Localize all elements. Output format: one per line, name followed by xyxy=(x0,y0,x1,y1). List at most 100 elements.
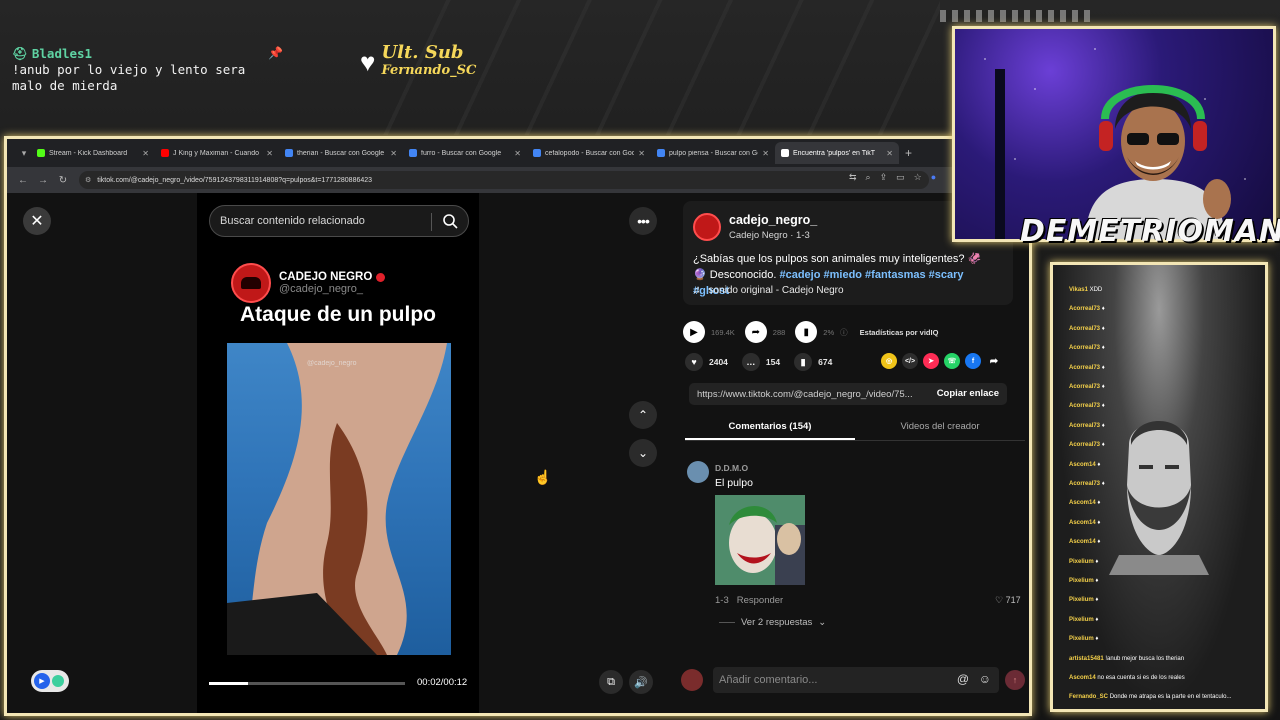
chat-text: Donde me atrapa es la parte en el tentac… xyxy=(1109,694,1232,701)
more-options-button[interactable]: ••• xyxy=(629,207,657,235)
tab-search-icon[interactable]: ▾ xyxy=(17,146,31,160)
reply-button[interactable]: Responder xyxy=(737,595,783,606)
tab-title: therian - Buscar con Google xyxy=(297,149,385,157)
chat-text: !anub mejor busca los therian xyxy=(1105,655,1185,662)
comment-like-count: 717 xyxy=(1005,595,1021,605)
chat-line: Acorreal73 ♦ xyxy=(1069,345,1105,351)
chat-line: Pixelium ♦ xyxy=(1069,617,1098,623)
video-time: 00:02/00:12 xyxy=(417,677,468,688)
comment-like[interactable]: ♡ 717 xyxy=(995,595,1021,606)
chat-username: Acorreal73 xyxy=(1069,364,1101,371)
mention-icon[interactable]: @ xyxy=(957,672,969,686)
url-field[interactable]: ⚙ tiktok.com/@cadejo_negro_/video/759124… xyxy=(79,171,929,189)
whatsapp-icon[interactable]: ☏ xyxy=(944,353,960,369)
close-video-button[interactable]: ✕ xyxy=(23,207,51,235)
pip-button[interactable]: ⧉ xyxy=(599,670,623,694)
chat-username: Ascom14 xyxy=(1069,519,1096,526)
creator-logo xyxy=(231,263,271,303)
tab-close-icon[interactable]: ✕ xyxy=(514,149,521,158)
comment-text: El pulpo xyxy=(715,477,753,489)
comment-date: 1-3 xyxy=(715,595,729,606)
video-progress-fill xyxy=(209,682,249,685)
comment-image[interactable] xyxy=(715,495,805,585)
author-username[interactable]: cadejo_negro_ xyxy=(729,213,817,227)
extension-toggle[interactable]: ▶ xyxy=(31,670,69,692)
share-more-icon[interactable]: ➦ xyxy=(986,353,1002,369)
like-icon[interactable]: ♥ xyxy=(685,353,703,371)
new-tab-button[interactable]: + xyxy=(905,146,912,160)
tab-title: furro - Buscar con Google xyxy=(421,149,502,157)
tab-close-icon[interactable]: ✕ xyxy=(638,149,645,158)
comments-count: 154 xyxy=(765,357,781,367)
commenter-name[interactable]: D.D.M.O xyxy=(715,463,748,473)
browser-tab[interactable]: Stream - Kick Dashboard ✕ xyxy=(31,142,155,164)
browser-tab[interactable]: Encuentra 'pulpos' en TikT ✕ xyxy=(775,142,899,164)
copy-link-button[interactable]: Copiar enlace xyxy=(937,388,999,399)
coin-icon[interactable]: ◎ xyxy=(881,353,897,369)
chat-username: Pixelium xyxy=(1069,636,1094,643)
site-info-icon[interactable]: ⚙ xyxy=(85,176,91,184)
chat-text: ♦ xyxy=(1101,403,1105,410)
video-link-field[interactable]: https://www.tiktok.com/@cadejo_negro_/vi… xyxy=(689,383,1007,405)
add-comment-input[interactable]: Añadir comentario... @ ☺ xyxy=(713,667,999,693)
emoji-icon[interactable]: ☺ xyxy=(979,672,991,686)
browser-tab[interactable]: J King y Maximan - Cuando ✕ xyxy=(155,142,279,164)
bookmark-star-icon[interactable]: ☆ xyxy=(914,172,922,183)
chat-line: Pixelium ♦ xyxy=(1069,597,1098,603)
browser-tab[interactable]: furro - Buscar con Google ✕ xyxy=(403,142,527,164)
tab-close-icon[interactable]: ✕ xyxy=(266,149,273,158)
mouse-cursor-icon: ☝ xyxy=(534,469,552,485)
tab-favicon-icon xyxy=(285,149,293,157)
chat-username: Acorreal73 xyxy=(1069,306,1101,313)
previous-video-button[interactable]: ⌃ xyxy=(629,401,657,429)
tab-close-icon[interactable]: ✕ xyxy=(142,149,149,158)
comment-icon[interactable]: … xyxy=(741,353,760,371)
last-sub-title: Ult. Sub xyxy=(381,42,464,63)
tab-favicon-icon xyxy=(161,149,169,157)
share-icon[interactable]: ⇪ xyxy=(880,172,888,183)
tab-favicon-icon xyxy=(657,149,665,157)
chat-username: Pixelium xyxy=(1069,558,1094,565)
video-frame[interactable]: @cadejo_negro xyxy=(227,343,451,655)
tab-close-icon[interactable]: ✕ xyxy=(390,149,397,158)
browser-tab[interactable]: therian - Buscar con Google ✕ xyxy=(279,142,403,164)
back-icon[interactable]: ← xyxy=(17,175,29,186)
chat-text: XDD xyxy=(1089,287,1103,293)
chat-line: Ascom14 ♦ xyxy=(1069,539,1100,545)
next-video-button[interactable]: ⌄ xyxy=(629,439,657,467)
translate-icon[interactable]: ⇆ xyxy=(849,172,857,183)
video-progress-bar[interactable] xyxy=(209,682,405,685)
forward-icon[interactable]: → xyxy=(37,175,49,186)
video-creator-name: CADEJO NEGRO xyxy=(279,271,373,283)
commenter-avatar[interactable] xyxy=(687,461,709,483)
facebook-icon[interactable]: f xyxy=(965,353,981,369)
send-icon[interactable]: ➤ xyxy=(923,353,939,369)
tab-creator-videos[interactable]: Videos del creador xyxy=(855,415,1025,440)
zoom-icon[interactable]: ⌕ xyxy=(866,172,871,183)
tab-close-icon[interactable]: ✕ xyxy=(762,149,769,158)
browser-tab[interactable]: pulpo piensa - Buscar con Go ✕ xyxy=(651,142,775,164)
bookmark-icon[interactable]: ▮ xyxy=(794,353,813,371)
sound-link[interactable]: ♫ sonido original - Cadejo Negro xyxy=(693,285,844,296)
reload-icon[interactable]: ↻ xyxy=(57,175,69,186)
tab-close-icon[interactable]: ✕ xyxy=(886,149,893,158)
joker-image xyxy=(715,495,805,585)
browser-tab[interactable]: cefalopodo - Buscar con Goog ✕ xyxy=(527,142,651,164)
tab-comments[interactable]: Comentarios (154) xyxy=(685,415,855,440)
volume-button[interactable]: 🔊 xyxy=(629,670,653,694)
verified-icon xyxy=(376,272,386,282)
heart-icon: ♥ xyxy=(360,46,376,77)
related-search-input[interactable]: Buscar contenido relacionado xyxy=(209,205,469,237)
embed-icon[interactable]: </> xyxy=(902,353,918,369)
video-player[interactable]: Buscar contenido relacionado CADEJO NEGR… xyxy=(197,193,479,713)
author-avatar[interactable] xyxy=(693,213,721,241)
search-icon[interactable] xyxy=(442,213,458,229)
comment-meta: 1-3 Responder xyxy=(715,595,783,606)
send-comment-button[interactable]: ↑ xyxy=(1005,670,1025,690)
url-text: tiktok.com/@cadejo_negro_/video/75912437… xyxy=(97,176,373,184)
extension-icon[interactable]: ● xyxy=(931,172,936,183)
bearded-man-logo xyxy=(1109,421,1209,575)
streamer-name: DEMETRIOMAN xyxy=(1020,214,1280,249)
cast-icon[interactable]: ▭ xyxy=(896,172,905,183)
view-replies-button[interactable]: Ver 2 respuestas ⌄ xyxy=(719,617,826,628)
